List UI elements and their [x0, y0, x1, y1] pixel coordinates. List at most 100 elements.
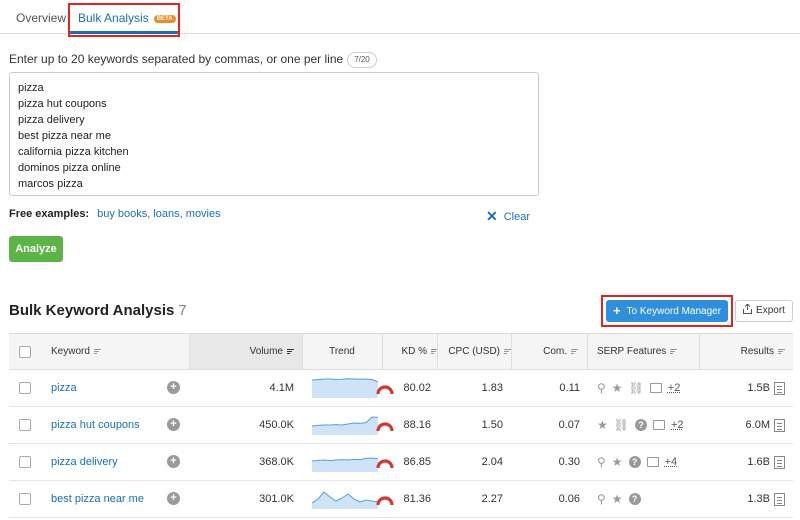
- keyword-manager-highlight-box: [601, 295, 733, 327]
- clear-label: Clear: [503, 211, 531, 223]
- serp-document-icon[interactable]: [774, 418, 785, 432]
- cpc-value: 2.04: [481, 456, 503, 468]
- star-icon: ★: [611, 455, 623, 469]
- image-icon: [646, 457, 659, 467]
- column-com-label: Com.: [543, 346, 567, 357]
- add-keyword-icon[interactable]: +: [167, 455, 180, 468]
- volume-value: 301.0K: [259, 493, 294, 505]
- add-keyword-icon[interactable]: +: [167, 381, 180, 394]
- trend-area: [312, 417, 378, 435]
- pin-icon: ⚲: [597, 492, 606, 506]
- table-row: pizza hut coupons + 450.0K 88.16 1.50 0.…: [9, 407, 793, 444]
- column-results[interactable]: Results: [699, 334, 785, 369]
- results-title-text: Bulk Keyword Analysis: [9, 302, 175, 319]
- results-count-value: 6.0M: [745, 419, 770, 431]
- column-trend: Trend: [329, 346, 355, 357]
- keyword-link[interactable]: pizza hut coupons: [51, 419, 140, 431]
- results-count-value: 1.5B: [747, 382, 770, 394]
- question-icon: ?: [635, 419, 647, 431]
- add-keyword-icon[interactable]: +: [167, 418, 180, 431]
- free-examples: Free examples: buy books, loans, movies: [9, 208, 221, 220]
- com-value: 0.30: [558, 456, 580, 468]
- clear-button[interactable]: ✕ Clear: [486, 208, 530, 225]
- column-volume-label: Volume: [249, 346, 283, 357]
- results-value: 1.5B: [709, 370, 785, 406]
- sort-icon: [670, 348, 678, 355]
- column-serp-features[interactable]: SERP Features: [597, 334, 678, 369]
- keywords-textarea[interactable]: [9, 72, 539, 196]
- cpc-value: 1.83: [481, 382, 503, 394]
- pin-icon: ⚲: [597, 381, 606, 395]
- row-checkbox[interactable]: [19, 456, 31, 468]
- sort-icon: [778, 348, 785, 355]
- keyword-link[interactable]: best pizza near me: [51, 493, 144, 505]
- com-value: 0.07: [558, 419, 580, 431]
- analyze-button[interactable]: Analyze: [9, 236, 63, 262]
- table-body: pizza + 4.1M 80.02 1.83 0.11 ⚲ ★ ⛓ +2 1.5B …: [9, 370, 793, 518]
- serp-document-icon[interactable]: [774, 381, 785, 395]
- kd-value: 80.02: [403, 382, 431, 394]
- kd-value: 88.16: [403, 419, 431, 431]
- column-cpc-label: CPC (USD): [448, 346, 500, 357]
- star-icon: ★: [611, 381, 623, 395]
- results-value: 1.6B: [709, 444, 785, 480]
- image-icon: [649, 383, 662, 393]
- keyword-table: Keyword Volume Trend KD % CPC (USD) Com.…: [9, 333, 793, 518]
- results-count-value: 1.6B: [747, 456, 770, 468]
- add-keyword-icon[interactable]: +: [167, 492, 180, 505]
- row-checkbox[interactable]: [19, 382, 31, 394]
- serp-more[interactable]: +4: [665, 456, 678, 468]
- kd-value: 81.36: [403, 493, 431, 505]
- column-kd-label: KD %: [401, 346, 427, 357]
- com-value: 0.06: [558, 493, 580, 505]
- results-title: Bulk Keyword Analysis 7: [9, 302, 187, 319]
- free-examples-label: Free examples:: [9, 208, 90, 220]
- question-icon: ?: [628, 493, 641, 505]
- results-count: 7: [178, 302, 187, 319]
- results-count-value: 1.3B: [747, 493, 770, 505]
- sort-icon: [93, 348, 101, 355]
- volume-value: 368.0K: [259, 456, 294, 468]
- column-com[interactable]: Com.: [511, 334, 578, 369]
- column-cpc[interactable]: CPC (USD): [437, 334, 511, 369]
- link-icon: ⛓: [628, 381, 644, 395]
- tab-overview[interactable]: Overview: [16, 11, 66, 25]
- tab-highlight-box: [68, 3, 180, 37]
- trend-area: [312, 378, 378, 398]
- serp-document-icon[interactable]: [774, 492, 785, 506]
- star-icon: ★: [597, 418, 608, 432]
- volume-value: 450.0K: [259, 419, 294, 431]
- results-value: 6.0M: [709, 407, 785, 443]
- cpc-value: 1.50: [481, 419, 503, 431]
- serp-features: ⚲ ★?: [597, 481, 647, 517]
- keyword-counter: 7/20: [347, 52, 377, 68]
- column-keyword[interactable]: Keyword: [51, 334, 101, 369]
- sort-icon: [287, 348, 294, 355]
- keyword-link[interactable]: pizza delivery: [51, 456, 118, 468]
- select-all-checkbox[interactable]: [19, 346, 31, 358]
- close-icon: ✕: [486, 208, 498, 224]
- trend-sparkline: [312, 457, 378, 472]
- serp-document-icon[interactable]: [774, 455, 785, 469]
- kd-value: 86.85: [403, 456, 431, 468]
- keyword-link[interactable]: pizza: [51, 382, 77, 394]
- row-checkbox[interactable]: [19, 493, 31, 505]
- trend-sparkline: [312, 378, 378, 398]
- serp-more[interactable]: +2: [668, 382, 681, 394]
- column-keyword-label: Keyword: [51, 346, 90, 357]
- column-serp-label: SERP Features: [597, 346, 667, 357]
- star-icon: ★: [611, 492, 623, 506]
- serp-more[interactable]: +2: [671, 419, 684, 431]
- sort-icon: [504, 348, 511, 355]
- export-button[interactable]: Export: [735, 300, 793, 322]
- column-kd[interactable]: KD %: [382, 334, 438, 369]
- pin-icon: ⚲: [597, 455, 606, 469]
- sort-icon: [571, 348, 578, 355]
- link-icon: ⛓: [613, 418, 629, 432]
- row-checkbox[interactable]: [19, 419, 31, 431]
- free-examples-link[interactable]: buy books, loans, movies: [97, 208, 221, 220]
- table-row: pizza delivery + 368.0K 86.85 2.04 0.30 …: [9, 444, 793, 481]
- trend-sparkline: [312, 416, 378, 435]
- serp-features: ⚲ ★ ⛓ +2: [597, 370, 680, 406]
- column-volume[interactable]: Volume: [189, 334, 302, 369]
